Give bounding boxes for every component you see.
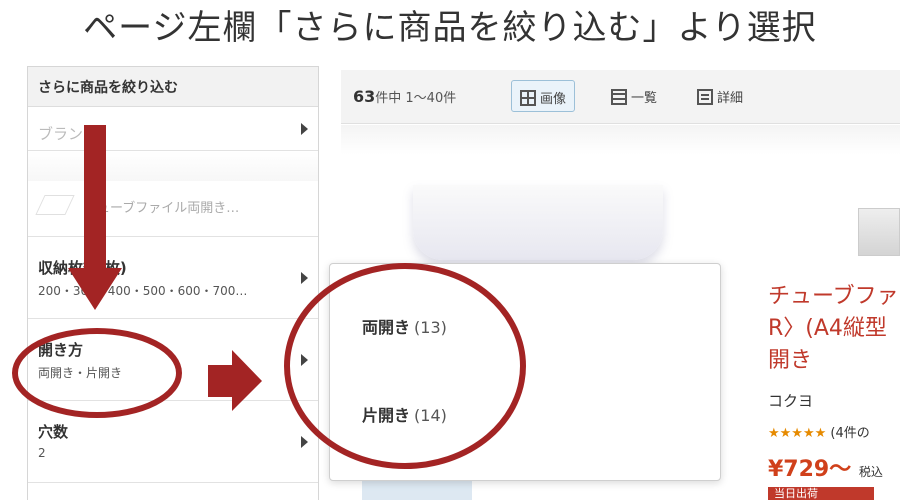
- right-arrow-annotation: [208, 350, 262, 411]
- annotation-overlay: [12, 125, 526, 469]
- highlight-ellipse-popup: [284, 263, 526, 469]
- down-arrow-annotation: [68, 125, 122, 310]
- highlight-ellipse-sidebar: [12, 328, 182, 418]
